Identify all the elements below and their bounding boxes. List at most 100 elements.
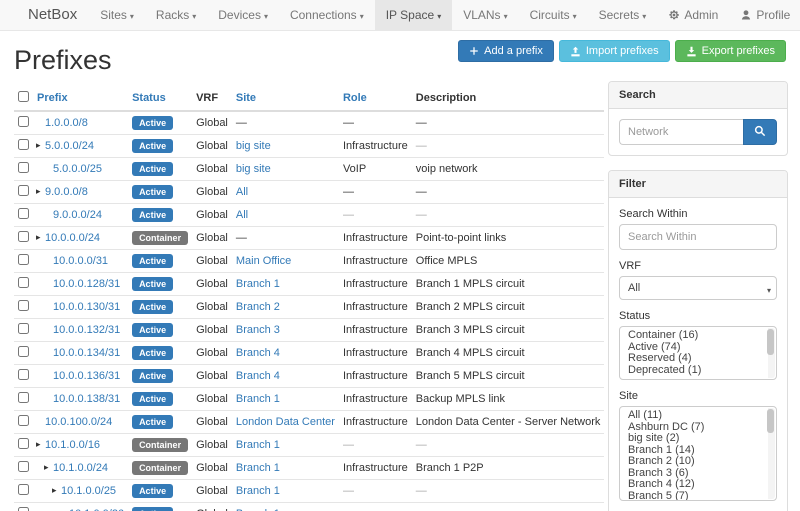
search-input[interactable]	[619, 119, 743, 145]
row-checkbox[interactable]	[18, 369, 29, 380]
row-checkbox[interactable]	[18, 231, 29, 242]
prefix-link[interactable]: 10.0.0.134/31	[53, 347, 120, 359]
scrollbar-track[interactable]	[768, 328, 775, 378]
prefix-link[interactable]: 10.0.0.130/31	[53, 301, 120, 313]
filter-option[interactable]: Branch 5 (7)	[620, 491, 776, 502]
filter-option[interactable]: Container (16)	[620, 330, 776, 342]
table-row: 10.0.0.136/31 Active Global Branch 4 Inf…	[14, 365, 604, 388]
site-link[interactable]: Main Office	[236, 255, 291, 267]
search-button[interactable]	[743, 119, 777, 145]
scrollbar-thumb[interactable]	[767, 329, 774, 355]
scrollbar-track[interactable]	[768, 408, 775, 499]
scrollbar-thumb[interactable]	[767, 409, 774, 433]
prefix-link[interactable]: 10.0.0.136/31	[53, 370, 120, 382]
row-checkbox[interactable]	[18, 162, 29, 173]
prefix-link[interactable]: 5.0.0.0/25	[53, 163, 102, 175]
vrf-cell: Global	[192, 204, 232, 227]
row-checkbox[interactable]	[18, 415, 29, 426]
admin-link[interactable]: Admin	[657, 0, 729, 30]
prefix-link[interactable]: 10.1.0.0/16	[45, 439, 100, 451]
nav-item-sites[interactable]: Sites▾	[89, 0, 145, 30]
row-checkbox[interactable]	[18, 507, 29, 511]
row-checkbox[interactable]	[18, 461, 29, 472]
nav-item-racks[interactable]: Racks▾	[145, 0, 207, 30]
row-checkbox[interactable]	[18, 116, 29, 127]
table-row: ▸10.1.0.0/16 Container Global Branch 1 —…	[14, 434, 604, 457]
row-checkbox[interactable]	[18, 323, 29, 334]
status-filter-list[interactable]: Container (16)Active (74)Reserved (4)Dep…	[619, 326, 777, 380]
brand-logo[interactable]: NetBox	[0, 0, 89, 30]
vrf-cell: Global	[192, 365, 232, 388]
site-link[interactable]: All	[236, 209, 248, 221]
filter-option[interactable]: Branch 4 (12)	[620, 479, 776, 491]
nav-item-label: Circuits	[530, 8, 570, 22]
site-cell: Branch 3	[232, 319, 339, 342]
filter-panel: Filter Search Within VRF All ▾ Status Co…	[608, 170, 788, 511]
prefix-link[interactable]: 5.0.0.0/24	[45, 140, 94, 152]
prefix-link[interactable]: 9.0.0.0/24	[53, 209, 102, 221]
site-link[interactable]: All	[236, 186, 248, 198]
nav-item-vlans[interactable]: VLANs▾	[452, 0, 518, 30]
status-badge: Active	[132, 116, 173, 130]
prefix-link[interactable]: 1.0.0.0/8	[45, 117, 88, 129]
nav-item-devices[interactable]: Devices▾	[207, 0, 279, 30]
prefix-link[interactable]: 10.0.0.0/24	[45, 232, 100, 244]
row-checkbox[interactable]	[18, 346, 29, 357]
site-link[interactable]: Branch 4	[236, 370, 280, 382]
filter-option[interactable]: All (11)	[620, 410, 776, 422]
site-link[interactable]: London Data Center	[236, 416, 335, 428]
profile-link[interactable]: Profile	[729, 0, 800, 30]
site-link[interactable]: Branch 1	[236, 393, 280, 405]
row-checkbox[interactable]	[18, 254, 29, 265]
site-link[interactable]: Branch 4	[236, 347, 280, 359]
site-link[interactable]: Branch 1	[236, 462, 280, 474]
nav-item-circuits[interactable]: Circuits▾	[519, 0, 588, 30]
row-checkbox[interactable]	[18, 300, 29, 311]
site-link[interactable]: big site	[236, 140, 271, 152]
filter-option[interactable]: Reserved (4)	[620, 353, 776, 365]
site-link[interactable]: Branch 1	[236, 485, 280, 497]
prefix-link[interactable]: 10.0.0.0/31	[53, 255, 108, 267]
nav-item-secrets[interactable]: Secrets▾	[588, 0, 658, 30]
prefix-link[interactable]: 10.1.0.0/25	[61, 485, 116, 497]
filter-option[interactable]: Branch 2 (10)	[620, 456, 776, 468]
prefix-link[interactable]: 9.0.0.0/8	[45, 186, 88, 198]
row-checkbox[interactable]	[18, 484, 29, 495]
prefix-link[interactable]: 10.0.0.138/31	[53, 393, 120, 405]
add-prefix-button[interactable]: Add a prefix	[458, 40, 554, 62]
site-link[interactable]: Branch 2	[236, 301, 280, 313]
sort-role-header[interactable]: Role	[343, 92, 367, 104]
description-cell: Office MPLS	[412, 250, 605, 273]
prefix-link[interactable]: 10.0.0.128/31	[53, 278, 120, 290]
sort-prefix-header[interactable]: Prefix	[37, 92, 68, 104]
sort-status-header[interactable]: Status	[132, 92, 166, 104]
select-all-checkbox[interactable]	[18, 91, 29, 102]
import-prefixes-button[interactable]: Import prefixes	[559, 40, 670, 62]
nav-item-label: Devices	[218, 8, 261, 22]
site-link[interactable]: Branch 1	[236, 278, 280, 290]
site-link[interactable]: Branch 3	[236, 324, 280, 336]
site-cell: —	[232, 111, 339, 135]
site-link[interactable]: big site	[236, 163, 271, 175]
nav-item-connections[interactable]: Connections▾	[279, 0, 375, 30]
search-within-input[interactable]	[619, 224, 777, 250]
row-checkbox[interactable]	[18, 139, 29, 150]
vrf-select[interactable]: All ▾	[619, 276, 777, 300]
table-row: 10.1.0.0/26 Active Global Branch 1 — —	[14, 503, 604, 511]
prefix-link[interactable]: 10.0.0.132/31	[53, 324, 120, 336]
sort-site-header[interactable]: Site	[236, 92, 256, 104]
row-checkbox[interactable]	[18, 185, 29, 196]
site-link[interactable]: Branch 1	[236, 439, 280, 451]
filter-option[interactable]: big site (2)	[620, 433, 776, 445]
export-prefixes-button[interactable]: Export prefixes	[675, 40, 786, 62]
row-checkbox[interactable]	[18, 277, 29, 288]
filter-option[interactable]: Deprecated (1)	[620, 365, 776, 377]
row-checkbox[interactable]	[18, 208, 29, 219]
prefix-link[interactable]: 10.0.100.0/24	[45, 416, 112, 428]
site-filter-list[interactable]: All (11)Ashburn DC (7)big site (2)Branch…	[619, 406, 777, 501]
row-checkbox[interactable]	[18, 438, 29, 449]
prefix-link[interactable]: 10.1.0.0/24	[53, 462, 108, 474]
row-checkbox[interactable]	[18, 392, 29, 403]
vrf-cell: Global	[192, 135, 232, 158]
nav-item-ip-space[interactable]: IP Space▾	[375, 0, 453, 30]
